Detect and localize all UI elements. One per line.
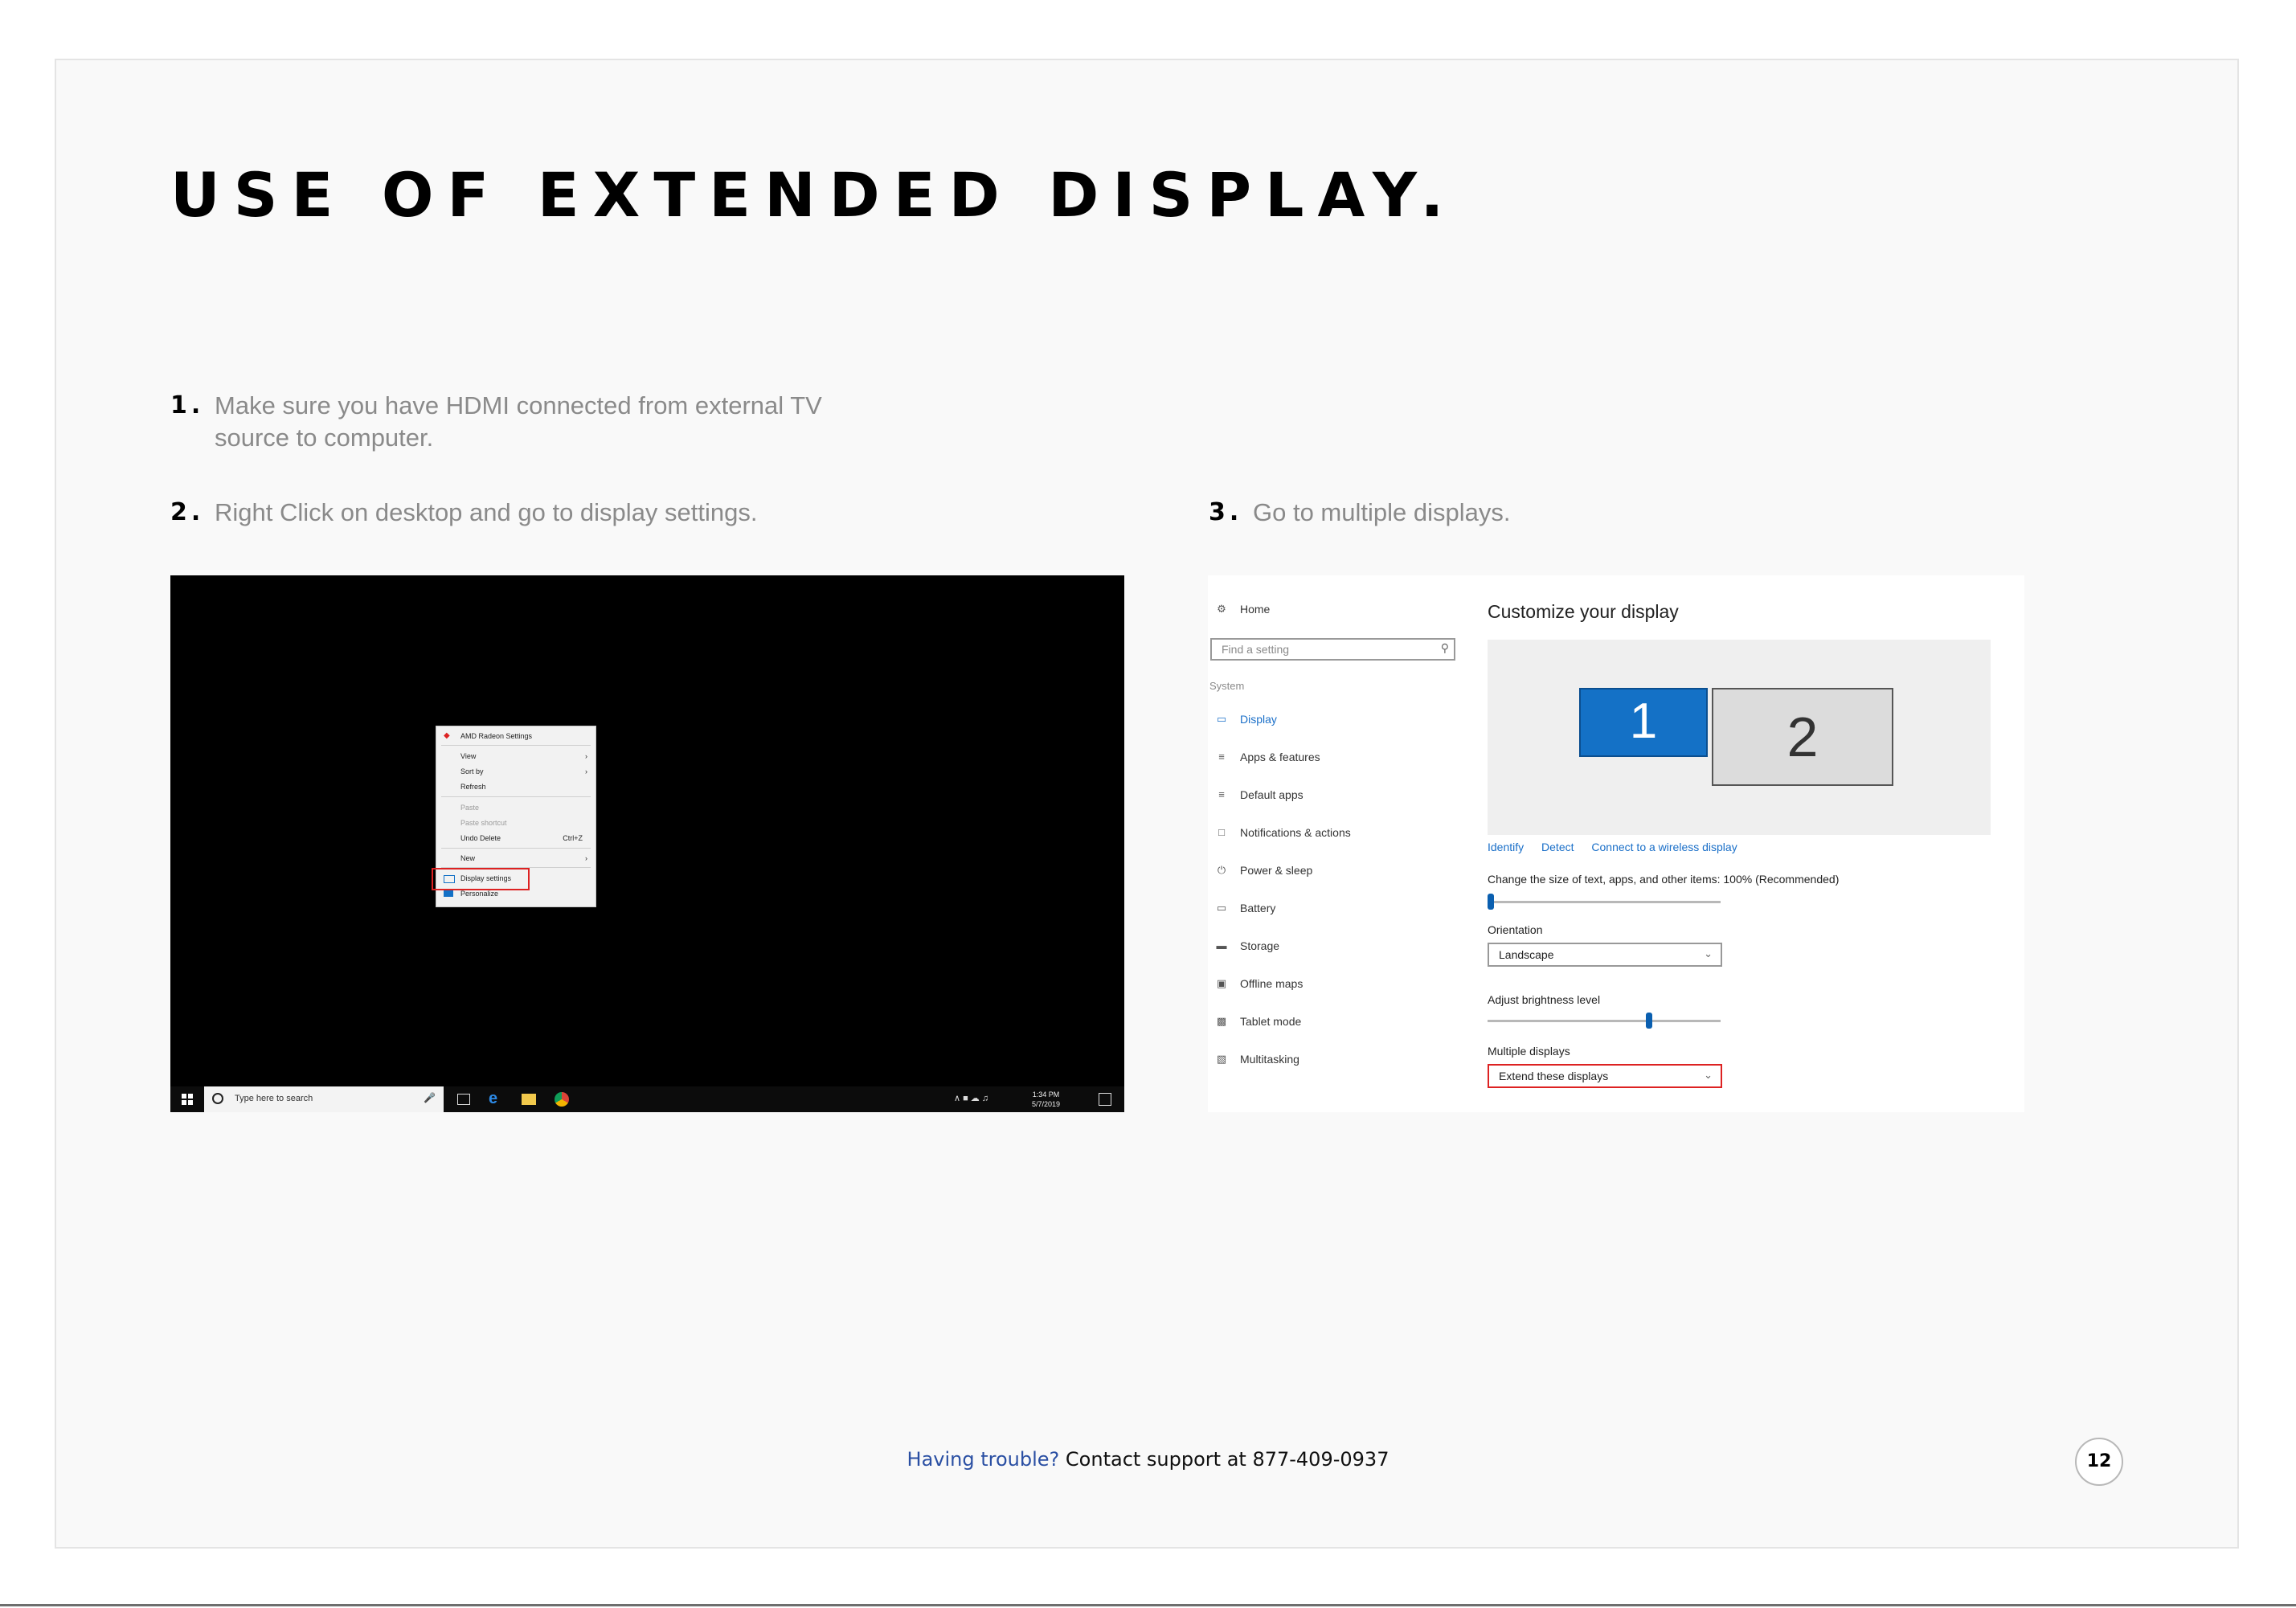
file-explorer-icon[interactable] [522,1094,536,1105]
step-1-text: Make sure you have HDMI connected from e… [215,391,822,452]
storage-icon: ▬ [1216,939,1227,951]
desktop-screenshot: ◆ AMD Radeon Settings View › Sort by › Ref… [170,575,1124,1112]
menu-item-refresh[interactable]: Refresh [436,780,595,793]
multitasking-icon: ▧ [1216,1053,1227,1065]
battery-icon: ▭ [1216,902,1227,914]
task-view-icon[interactable] [457,1094,470,1105]
taskbar-search[interactable]: Type here to search 🎤 [204,1086,444,1112]
chevron-down-icon: ⌄ [1704,947,1713,959]
personalize-icon [444,890,453,897]
chevron-down-icon: ⌄ [1704,1069,1713,1081]
cortana-icon [212,1093,223,1104]
footer-trouble-text: Having trouble? [907,1448,1060,1471]
scale-label: Change the size of text, apps, and other… [1488,873,1840,886]
slider-thumb[interactable] [1488,894,1494,910]
menu-item-view[interactable]: View › [436,750,595,763]
step-1-number: 1. [170,391,205,419]
display-links: Identify Detect Connect to a wireless di… [1488,841,1752,853]
menu-item-paste[interactable]: Paste [436,801,595,814]
menu-item-sort-by[interactable]: Sort by › [436,765,595,778]
customize-display-title: Customize your display [1488,601,1679,622]
menu-item-new[interactable]: New › [436,852,595,865]
menu-separator [441,796,591,797]
identify-link[interactable]: Identify [1488,841,1524,853]
edge-browser-icon[interactable]: e [489,1090,497,1108]
taskbar: Type here to search 🎤 e ∧ ■ ☁ ♫ 1:34 PM … [170,1086,1124,1112]
notification-icon: □ [1218,826,1225,838]
menu-item-paste-shortcut[interactable]: Paste shortcut [436,816,595,829]
detect-link[interactable]: Detect [1541,841,1574,853]
taskbar-clock[interactable]: 1:34 PM 5/7/2019 [1032,1090,1060,1109]
notification-center-icon[interactable] [1099,1093,1111,1106]
brightness-slider[interactable] [1488,1013,1721,1029]
footer: Having trouble? Contact support at 877-4… [0,1448,2296,1471]
orientation-dropdown[interactable]: Landscape ⌄ [1488,943,1722,967]
windows-start-icon[interactable] [182,1094,193,1105]
step-3-text: Go to multiple displays. [1253,498,1511,526]
tablet-icon: ▩ [1216,1015,1227,1027]
monitor-icon: ▭ [1216,713,1227,725]
connect-wireless-link[interactable]: Connect to a wireless display [1591,841,1737,853]
page-number: 12 [2075,1438,2123,1486]
slider-thumb[interactable] [1646,1013,1652,1029]
brightness-label: Adjust brightness level [1488,993,1601,1006]
search-icon: ⚲ [1440,641,1449,654]
display-arrangement-preview: 1 2 [1488,640,1991,835]
scale-slider[interactable] [1488,894,1721,910]
step-3: 3. Go to multiple displays. [1209,497,1932,529]
chevron-right-icon: › [585,854,587,862]
step-2-text: Right Click on desktop and go to display… [215,498,758,526]
step-2: 2. Right Click on desktop and go to disp… [170,497,1054,529]
multiple-displays-dropdown[interactable]: Extend these displays ⌄ [1488,1064,1722,1088]
map-icon: ▣ [1216,977,1227,989]
orientation-label: Orientation [1488,923,1543,936]
monitor-1-tile[interactable]: 1 [1579,688,1708,757]
default-apps-icon: ≡ [1218,788,1225,800]
menu-separator [441,848,591,849]
chevron-right-icon: › [585,752,587,760]
bottom-rule [0,1604,2296,1606]
list-icon: ≡ [1218,751,1225,763]
step-3-number: 3. [1209,498,1243,526]
power-icon: ⏻ [1217,864,1226,876]
find-setting-input[interactable]: Find a setting ⚲ [1210,638,1455,661]
home-icon: ⚙ [1217,603,1226,615]
chrome-icon[interactable] [555,1092,569,1107]
system-section-label: System [1209,680,1245,692]
step-2-number: 2. [170,498,205,526]
highlight-box [432,868,530,890]
system-tray-icons[interactable]: ∧ ■ ☁ ♫ [954,1093,988,1103]
amd-radeon-icon: ◆ [444,731,450,740]
settings-screenshot: ⚙ Home Find a setting ⚲ System ▭ Display ≡… [1208,575,2024,1112]
multiple-displays-label: Multiple displays [1488,1045,1570,1058]
page-title: USE OF EXTENDED DISPLAY. [170,159,1458,231]
monitor-2-tile[interactable]: 2 [1712,688,1893,786]
menu-item-amd-radeon[interactable]: ◆ AMD Radeon Settings [436,730,595,743]
menu-item-undo-delete[interactable]: Undo Delete Ctrl+Z [436,832,595,845]
chevron-right-icon: › [585,767,587,775]
context-menu: ◆ AMD Radeon Settings View › Sort by › Ref… [432,726,596,907]
menu-separator [441,745,591,746]
step-1: 1. Make sure you have HDMI connected fro… [170,390,894,454]
microphone-icon[interactable]: 🎤 [424,1092,436,1103]
footer-support-text: Contact support at 877-409-0937 [1065,1448,1389,1471]
